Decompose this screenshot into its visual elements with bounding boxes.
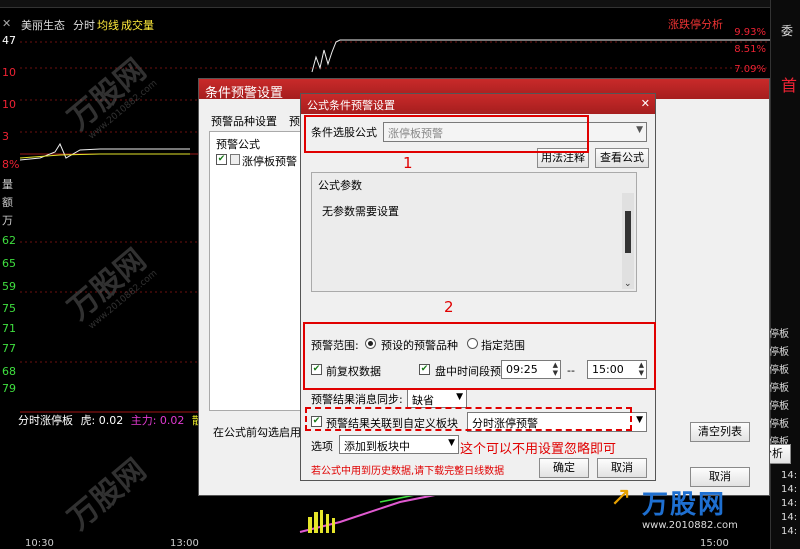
volume-label: 成交量 xyxy=(121,19,154,32)
right-axis-label: 8.51% xyxy=(734,44,766,55)
params-group-label: 公式参数 xyxy=(318,179,362,192)
axis-label: 75 xyxy=(2,302,16,315)
chevron-down-icon: ▼ xyxy=(636,415,643,425)
site-logo: ↗ 万股网 www.2010882.com xyxy=(600,482,770,542)
tiger-value: 虎: 0.02 xyxy=(80,414,124,427)
scroll-thumb[interactable] xyxy=(625,211,631,253)
inner-dialog-title: 公式条件预警设置 xyxy=(301,94,655,114)
formula-group-label: 预警公式 xyxy=(216,138,260,151)
chevron-down-icon: ▼ xyxy=(456,392,463,402)
period-toolbar xyxy=(0,0,800,8)
axis-label: 71 xyxy=(2,322,16,335)
chevron-down-icon: ▼ xyxy=(636,125,643,135)
logo-site: www.2010882.com xyxy=(642,520,738,531)
time-entry: 14: xyxy=(781,498,798,509)
axis-label: 59 xyxy=(2,280,16,293)
sync-value: 缺省 xyxy=(412,394,434,407)
formula-icon xyxy=(230,154,240,165)
annotation-number-2: 2 xyxy=(444,298,454,316)
axis-label: 65 xyxy=(2,257,16,270)
time-label: 10:30 xyxy=(25,538,54,549)
params-group: 公式参数 无参数需要设置 ⌄ xyxy=(311,172,637,292)
sync-select[interactable]: 缺省 ▼ xyxy=(407,389,467,408)
params-scrollbar[interactable]: ⌄ xyxy=(622,193,634,289)
time-label: 13:00 xyxy=(170,538,199,549)
indicator-bar: 分时涨停板 虎: 0.02 主力: 0.02 散户: xyxy=(18,412,218,428)
axis-label: 68 xyxy=(2,365,16,378)
axis-label: 万 xyxy=(2,214,13,227)
chevron-down-icon: ▼ xyxy=(448,438,455,448)
options-label: 选项 xyxy=(311,440,333,453)
axis-label: 10 xyxy=(2,98,16,111)
close-icon[interactable]: ✕ xyxy=(641,97,650,110)
time-entry: 14: xyxy=(781,484,798,495)
options-select[interactable]: 添加到板块中 ▼ xyxy=(339,435,459,454)
ok-button[interactable]: 确定 xyxy=(539,458,589,478)
stock-header: ✕ 美丽生态 分时 均线 成交量 涨跌停分析 xyxy=(0,15,800,33)
axis-label: 47 xyxy=(2,34,16,47)
axis-label: 77 xyxy=(2,342,16,355)
annotation-box-3 xyxy=(305,407,632,431)
annotation-box-1 xyxy=(304,115,589,153)
mode-label[interactable]: 分时 xyxy=(73,17,95,33)
cancel-button[interactable]: 取消 xyxy=(597,458,647,478)
axis-label: 8% xyxy=(2,158,20,171)
axis-label: 3 xyxy=(2,130,9,143)
time-entry: 14: xyxy=(781,526,798,537)
indicator-name: 分时涨停板 xyxy=(18,414,73,427)
annotation-box-2 xyxy=(303,322,656,390)
tab-stock-settings[interactable]: 预警品种设置 xyxy=(211,113,277,129)
history-data-warning: 若公式中用到历史数据,请下载完整日线数据 xyxy=(311,466,505,477)
annotation-note: 这个可以不用设置忽略即可 xyxy=(460,442,617,457)
logo-brand: 万股网 xyxy=(642,490,727,520)
avg-line-label: 均线 xyxy=(97,19,119,32)
sync-label: 预警结果消息同步: xyxy=(311,393,403,406)
main-force-value: 主力: 0.02 xyxy=(130,414,185,427)
chevron-down-icon[interactable]: ⌄ xyxy=(624,279,632,289)
right-panel-label: 委 xyxy=(781,24,794,38)
options-value: 添加到板块中 xyxy=(344,440,410,453)
close-icon[interactable]: ✕ xyxy=(2,17,11,30)
time-entry: 14: xyxy=(781,470,798,481)
enable-hint: 在公式前勾选启用 xyxy=(213,426,301,439)
right-axis-label: 7.09% xyxy=(734,64,766,75)
view-formula-button[interactable]: 查看公式 xyxy=(595,148,649,168)
right-panel-label: 首 xyxy=(781,76,798,95)
right-axis-label: 9.93% xyxy=(734,27,766,38)
axis-label: 62 xyxy=(2,234,16,247)
annotation-number-1: 1 xyxy=(403,154,413,172)
params-text: 无参数需要设置 xyxy=(322,205,399,218)
axis-label: 10 xyxy=(2,66,16,79)
formula-group: 预警公式 ✔ 涨停板预警 xyxy=(209,131,305,411)
time-entry: 14: xyxy=(781,512,798,523)
stock-name: 美丽生态 xyxy=(21,19,65,32)
logo-arrow-icon: ↗ xyxy=(610,482,632,512)
analysis-tab[interactable]: 涨跌停分析 xyxy=(668,16,723,32)
clear-list-button[interactable]: 清空列表 xyxy=(690,422,750,442)
axis-label: 额 xyxy=(2,196,13,209)
axis-label: 79 xyxy=(2,382,16,395)
formula-checkbox[interactable]: ✔ xyxy=(216,154,227,165)
formula-item[interactable]: 涨停板预警 xyxy=(242,153,297,169)
axis-label: 量 xyxy=(2,178,13,191)
right-panel: 委 首 涨停板 涨停板 涨停板 涨停板 涨停板 涨停板 涨停板 分析 14: 1… xyxy=(753,0,800,549)
